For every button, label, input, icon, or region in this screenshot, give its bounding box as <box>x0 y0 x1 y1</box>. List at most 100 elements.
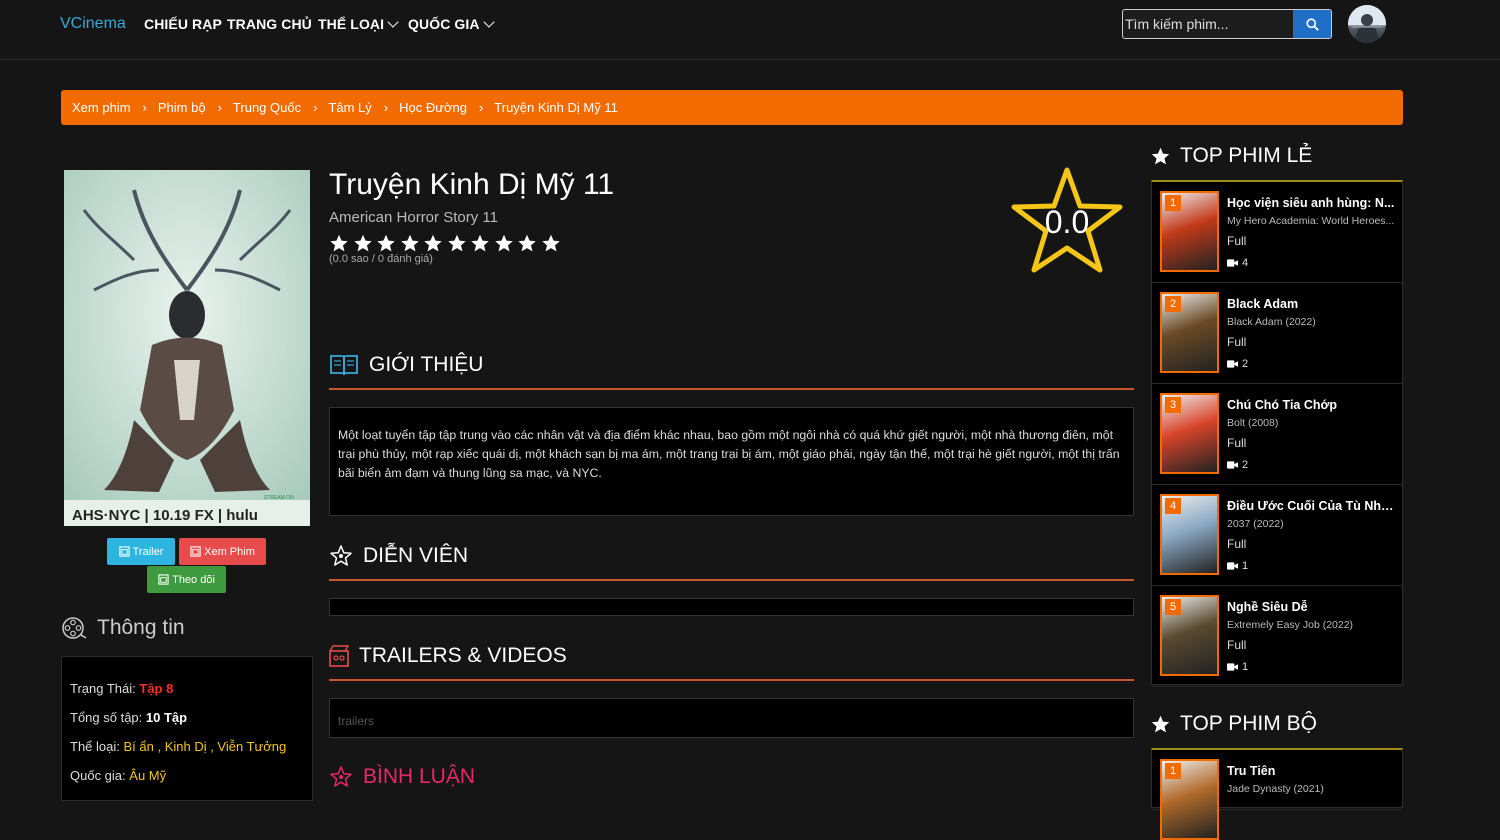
film-icon <box>158 574 169 585</box>
episodes-value: 10 Tập <box>145 710 188 725</box>
top-movie-item[interactable]: 3 Chú Chó Tia Chớp Bolt (2008) Full 2 <box>1152 384 1402 485</box>
trailers-heading: TRAILERS & VIDEOS <box>329 644 567 668</box>
movie-original-title: American Horror Story 11 <box>329 209 498 226</box>
rating-star-icon[interactable] <box>541 234 561 253</box>
user-avatar[interactable] <box>1348 5 1386 43</box>
movie-thumbnail[interactable]: 4 <box>1160 494 1219 575</box>
top-movie-item[interactable]: 1 Học viện siêu anh hùng: N... My Hero Aca… <box>1152 182 1402 283</box>
info-heading: Thông tin <box>61 616 185 640</box>
movie-item-title[interactable]: Chú Chó Tia Chớp <box>1227 398 1397 412</box>
score-value: 0.0 <box>1044 204 1090 240</box>
movie-item-episodes: 2 <box>1227 358 1248 370</box>
rank-badge: 1 <box>1165 195 1181 211</box>
rating-star-icon[interactable] <box>470 234 490 253</box>
video-camera-icon <box>1227 562 1238 570</box>
movie-item-subtitle: 2037 (2022) <box>1227 518 1284 530</box>
chevron-down-icon <box>387 16 399 28</box>
breadcrumb-item-current[interactable]: Truyện Kinh Dị Mỹ 11 <box>494 100 618 115</box>
rank-badge: 1 <box>1165 763 1181 779</box>
trailer-button-label: Trailer <box>132 545 164 558</box>
follow-button[interactable]: Theo dõi <box>147 566 226 593</box>
genre-links[interactable]: Bí ẩn , Kinh Dị , Viễn Tưởng <box>124 739 287 754</box>
breadcrumb-item[interactable]: Học Đường <box>399 100 467 115</box>
divider <box>329 679 1134 681</box>
divider <box>329 388 1134 390</box>
movie-thumbnail[interactable]: 5 <box>1160 595 1219 676</box>
movie-poster: AHS·NYC | 10.19 FX | hulu STREAM ON <box>64 170 310 526</box>
breadcrumb-separator: › <box>478 100 484 115</box>
breadcrumb-separator: › <box>217 100 222 115</box>
breadcrumb-item[interactable]: Trung Quốc <box>233 100 301 115</box>
trailer-button[interactable]: Trailer <box>107 538 175 565</box>
movie-thumbnail[interactable]: 2 <box>1160 292 1219 373</box>
divider <box>329 579 1134 581</box>
movie-item-episodes: 4 <box>1227 257 1248 269</box>
trailer-image-alt: trailers <box>338 714 375 728</box>
top-movie-item[interactable]: 2 Black Adam Black Adam (2022) Full 2 <box>1152 283 1402 384</box>
rating-star-icon[interactable] <box>494 234 514 253</box>
top-movie-item[interactable]: 4 Điều Ước Cuối Của Tù Nhâ... 2037 (2022) F… <box>1152 485 1402 586</box>
breadcrumb-separator: › <box>313 100 318 115</box>
breadcrumb-item[interactable]: Xem phim <box>72 100 131 115</box>
movie-description: Một loạt tuyển tập tập trung vào các nhâ… <box>338 428 1120 480</box>
rating-stars[interactable] <box>329 234 561 253</box>
rating-star-icon[interactable] <box>329 234 349 253</box>
breadcrumb-item[interactable]: Tâm Lý <box>328 100 371 115</box>
watch-button[interactable]: Xem Phim <box>179 538 266 565</box>
search-button[interactable] <box>1293 10 1331 38</box>
movie-item-title[interactable]: Điều Ước Cuối Của Tù Nhâ... <box>1227 499 1397 513</box>
movie-item-subtitle: Bolt (2008) <box>1227 417 1279 429</box>
movie-item-title[interactable]: Nghề Siêu Dễ <box>1227 600 1397 614</box>
movie-item-status: Full <box>1227 335 1247 349</box>
nav-item-home[interactable]: TRANG CHỦ <box>227 16 312 32</box>
episode-count: 4 <box>1242 257 1249 269</box>
rank-badge: 3 <box>1165 397 1181 413</box>
rank-badge: 4 <box>1165 498 1181 514</box>
info-country: Quốc gia: Âu Mỹ <box>70 768 166 783</box>
rating-star-icon[interactable] <box>447 234 467 253</box>
avatar-image <box>1348 5 1386 43</box>
top-movies-list: 1 Học viện siêu anh hùng: N... My Hero Aca… <box>1151 180 1403 687</box>
follow-button-label: Theo dõi <box>172 573 215 586</box>
cast-heading: DIỄN VIÊN <box>329 544 468 568</box>
poster-caption: AHS·NYC | 10.19 FX | hulu <box>72 507 258 524</box>
movie-thumbnail[interactable]: 3 <box>1160 393 1219 474</box>
breadcrumb-item[interactable]: Phim bộ <box>158 100 206 115</box>
movie-item-title[interactable]: Black Adam <box>1227 297 1397 311</box>
country-link[interactable]: Âu Mỹ <box>129 768 166 783</box>
rating-star-icon[interactable] <box>400 234 420 253</box>
breadcrumb-separator: › <box>142 100 147 115</box>
film-reel-icon <box>62 617 87 639</box>
top-movie-item[interactable]: 5 Nghề Siêu Dễ Extremely Easy Job (2022) Fu… <box>1152 586 1402 687</box>
movie-thumbnail[interactable]: 1 <box>1160 759 1219 840</box>
rank-badge: 2 <box>1165 296 1181 312</box>
top-movies-heading: TOP PHIM LẺ <box>1151 144 1312 168</box>
search-input[interactable] <box>1123 10 1293 38</box>
nav-item-country[interactable]: QUỐC GIA <box>408 16 495 32</box>
description-panel: Một loạt tuyển tập tập trung vào các nhâ… <box>329 407 1134 516</box>
trailers-panel: trailers <box>329 698 1134 738</box>
breadcrumb: Xem phim › Phim bộ › Trung Quốc › Tâm Lý › H… <box>61 90 1403 125</box>
movie-item-subtitle: Jade Dynasty (2021) <box>1227 783 1324 795</box>
search-box <box>1122 9 1332 39</box>
watch-button-label: Xem Phim <box>204 545 255 558</box>
top-movie-item[interactable]: 1 Tru Tiên Jade Dynasty (2021) <box>1152 750 1402 840</box>
rating-star-icon[interactable] <box>376 234 396 253</box>
nav-item-label: CHIẾU RẠP <box>144 16 222 32</box>
nav-item-cinema[interactable]: CHIẾU RẠP <box>144 16 222 32</box>
chevron-down-icon <box>482 16 495 28</box>
movie-item-status: Full <box>1227 537 1247 551</box>
movie-item-title[interactable]: Tru Tiên <box>1227 764 1397 778</box>
rating-star-icon[interactable] <box>517 234 537 253</box>
brand-logo[interactable]: VCinema <box>60 15 126 33</box>
rating-star-icon[interactable] <box>353 234 373 253</box>
episode-count: 2 <box>1242 459 1249 471</box>
nav-item-genre[interactable]: THỂ LOẠI <box>318 16 399 32</box>
movie-item-episodes: 2 <box>1227 459 1248 471</box>
film-icon <box>118 546 130 557</box>
movie-item-title[interactable]: Học viện siêu anh hùng: N... <box>1227 196 1397 210</box>
rating-star-icon[interactable] <box>423 234 443 253</box>
info-label: Thể loại: <box>70 739 120 754</box>
video-camera-icon <box>1227 360 1238 368</box>
movie-thumbnail[interactable]: 1 <box>1160 191 1219 272</box>
